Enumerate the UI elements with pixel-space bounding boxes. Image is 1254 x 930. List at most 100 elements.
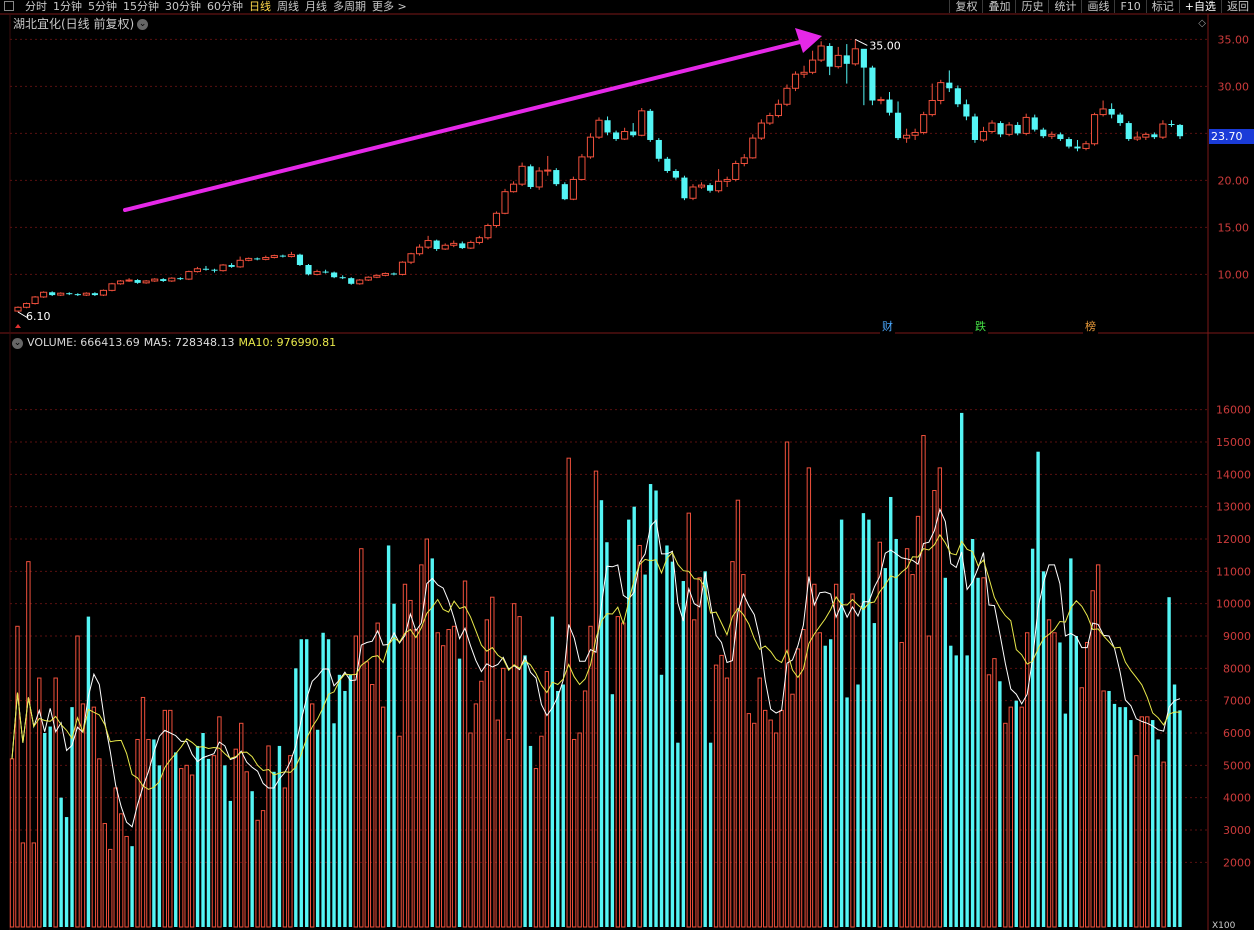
volume-bar (457, 658, 462, 927)
candle-body (800, 71, 808, 75)
volume-bar (659, 674, 664, 927)
candle-body (886, 99, 893, 113)
volume-bar (244, 771, 249, 928)
volume-bar (904, 548, 910, 928)
volume-bar (986, 674, 992, 928)
stock-chart[interactable]: 35.0030.0025.0020.0015.0010.001600015000… (0, 0, 1254, 930)
volume-bar (615, 616, 621, 928)
volume-tick-label: 15000 (1216, 436, 1251, 449)
volume-bar (124, 835, 129, 928)
volume-bar (867, 519, 871, 927)
volume-bar (1003, 722, 1008, 928)
volume-bar (250, 791, 254, 927)
volume-bar (326, 639, 331, 927)
candle-body (467, 241, 475, 249)
volume-bar (752, 722, 757, 928)
candle-body (518, 165, 526, 185)
volume-bar (708, 742, 713, 927)
candle-body (689, 186, 697, 199)
candle-body (390, 273, 398, 275)
candle-body (997, 123, 1004, 135)
volume-bar (223, 765, 227, 927)
volume-bar (998, 681, 1002, 927)
volume-bar (26, 561, 31, 928)
candle-body (1031, 117, 1038, 130)
candle-body (613, 132, 620, 140)
candle-body (134, 280, 141, 283)
volume-bar (1046, 619, 1052, 928)
volume-bar (380, 706, 386, 928)
candle-body (706, 185, 714, 191)
volume-bar (309, 703, 315, 928)
candle-body (108, 283, 116, 291)
candle-body (1117, 114, 1124, 124)
candle-body (553, 170, 560, 185)
candle-body (287, 254, 295, 258)
volume-bar (80, 703, 86, 928)
candle-body (270, 255, 278, 258)
volume-bar (168, 709, 173, 928)
candle-body (1142, 133, 1150, 138)
volume-bar (981, 577, 986, 928)
price-tick-label: 15.00 (1218, 221, 1250, 234)
volume-bar (795, 648, 801, 928)
volume-bar (102, 823, 107, 928)
candle-body (569, 178, 577, 200)
volume-bar (255, 819, 260, 928)
candle-body (740, 157, 748, 164)
volume-bar (179, 768, 184, 928)
candle-body (946, 82, 953, 89)
volume-bar (113, 787, 118, 928)
volume-bar (741, 574, 746, 928)
candle-body (415, 246, 424, 255)
volume-bar (266, 745, 271, 928)
volume-bar (118, 813, 124, 928)
volume-bar (343, 690, 347, 927)
volume-bar (479, 680, 484, 928)
volume-bar (228, 800, 233, 927)
volume-bar (806, 467, 812, 928)
candle-body (459, 243, 466, 249)
candle-body (40, 291, 48, 298)
volume-bar (1036, 451, 1040, 927)
candle-body (672, 171, 679, 178)
volume-bar (889, 496, 893, 927)
candle-body (1099, 108, 1107, 116)
volume-bar (921, 435, 926, 928)
candle-body (963, 104, 970, 117)
event-marker-1[interactable]: 跌 (973, 319, 988, 334)
candle-body (834, 54, 842, 68)
event-marker-0[interactable]: 财 (880, 319, 895, 334)
volume-bar (949, 645, 953, 927)
volume-bar (1156, 739, 1160, 927)
candle-body (894, 112, 902, 139)
volume-bar (877, 541, 883, 928)
candle-body (160, 279, 167, 281)
volume-bar (1030, 548, 1035, 927)
candle-body (211, 269, 218, 271)
volume-bar (1167, 597, 1171, 927)
candle-body (544, 169, 552, 172)
candle-body (954, 88, 961, 105)
volume-bar (839, 519, 844, 927)
volume-bar (1014, 700, 1018, 927)
volume-bar (1139, 716, 1144, 928)
volume-tick-label: 13000 (1216, 501, 1251, 514)
event-marker-2[interactable]: 榜 (1083, 319, 1098, 334)
volume-bar (108, 848, 113, 928)
candle-body (809, 59, 817, 73)
volume-bar (588, 625, 593, 928)
volume-bar (965, 655, 969, 927)
volume-bar (506, 738, 511, 928)
price-tick-label: 10.00 (1218, 268, 1250, 281)
candle-body (245, 257, 253, 261)
candle-body (74, 294, 81, 296)
volume-bar (64, 817, 69, 927)
candle-body (279, 255, 286, 257)
price-tick-label: 35.00 (1218, 33, 1250, 46)
candle-body (732, 162, 740, 180)
low-arrow-marker (15, 324, 21, 328)
volume-bar (697, 577, 702, 928)
volume-bar (184, 764, 189, 928)
price-tick-label: 30.00 (1218, 80, 1250, 93)
